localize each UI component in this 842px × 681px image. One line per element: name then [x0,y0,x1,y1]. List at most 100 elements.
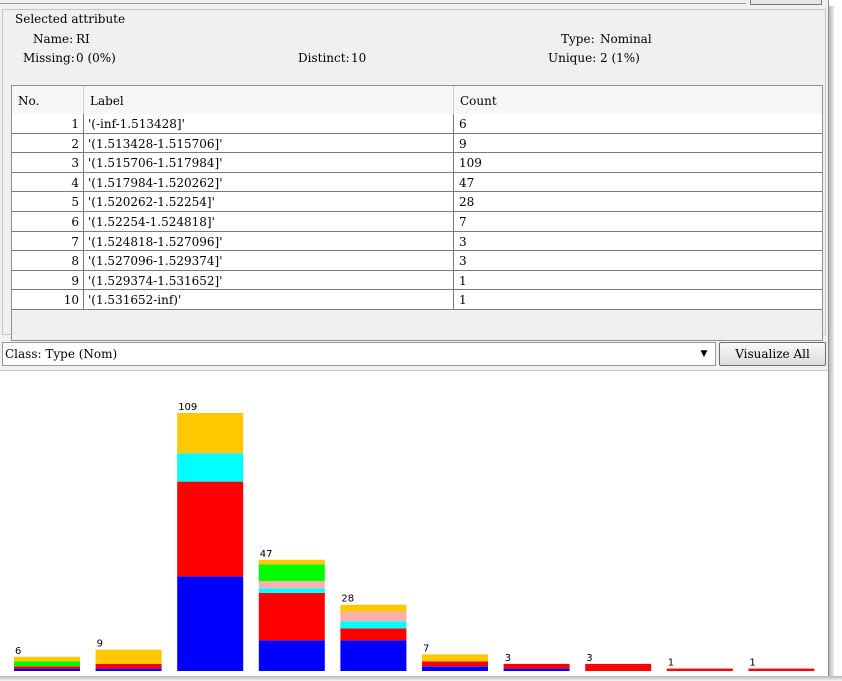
bar-segment-orange [95,649,162,664]
cell-label: '(1.527096-1.529374]' [84,251,454,271]
bar-segment-red [748,668,815,671]
name-label: Name: [33,32,74,46]
cell-no: 5 [12,192,84,212]
class-distribution-chart: 6 9 109 47 28 7 3 3 1 1 [0,370,828,677]
cell-label: '(1.517984-1.520262]' [84,172,454,192]
bar-count-label: 9 [97,639,103,650]
table-row[interactable]: 3 '(1.515706-1.517984]' 109 [12,153,822,173]
distinct-value: 10 [351,51,367,65]
visualize-all-button[interactable]: Visualize All [719,342,826,366]
cell-label: '(1.524818-1.527096]' [84,231,454,251]
bar-segment-blue [14,668,80,671]
bar-count-label: 6 [15,646,21,657]
distinct-label: Distinct: [298,51,350,65]
bar-segment-green [14,661,80,667]
bar-segment-green [258,564,325,582]
cell-label: '(-inf-1.513428]' [84,114,454,133]
cell-no: 8 [12,251,84,271]
table-row[interactable]: 9 '(1.529374-1.531652]' 1 [12,270,822,291]
bar-segment-red [503,663,570,669]
bar-segment-pink [340,611,407,622]
bar-segment-red [666,668,733,671]
bar-count-label: 47 [260,549,273,560]
cell-label: '(1.52254-1.524818]' [84,211,454,231]
column-header-count[interactable]: Count [454,86,822,114]
table-row[interactable]: 5 '(1.520262-1.52254]' 28 [12,192,822,212]
bar-count-label: 109 [178,402,197,413]
cell-label: '(1.520262-1.52254]' [84,192,454,212]
type-label: Type: [561,32,595,46]
column-header-no[interactable]: No. [12,86,84,114]
top-panel-edge [0,0,828,6]
bar-count-label: 3 [505,653,511,664]
bar-segment-blue [258,640,325,671]
bar-count-label: 1 [668,658,674,669]
missing-value: 0 (0%) [76,51,116,65]
bar-segment-orange [14,656,80,662]
bar-segment-orange [340,604,407,612]
cell-no: 9 [12,270,84,290]
bar-segment-pink [258,581,325,589]
bar-segment-cyan [258,588,325,593]
bar-count-label: 28 [341,594,354,605]
cell-count: 3 [459,234,467,249]
bar-segment-blue [422,666,488,671]
table-row[interactable]: 10 '(1.531652-inf)' 1 [12,290,822,310]
selected-attribute-title: Selected attribute [13,12,128,26]
bar-segment-orange [177,413,244,454]
window-shadow-bottom [0,676,842,681]
bar-segment-cyan [340,621,407,629]
top-button-fragment[interactable] [750,0,822,5]
bar-segment-orange [422,654,488,662]
table-header: No. Label Count [12,86,822,115]
table-row[interactable]: 8 '(1.527096-1.529374]' 3 [12,251,822,271]
cell-no: 3 [12,153,84,173]
cell-count: 47 [459,175,475,190]
bar-count-label: 3 [586,653,592,664]
bar-segment-blue [340,640,407,671]
bar-segment-red [422,661,488,667]
cell-no: 2 [12,133,84,153]
cell-no: 6 [12,211,84,231]
cell-count: 1 [459,293,467,308]
selected-attribute-panel: Selected attribute Name: RI Missing: 0 (… [2,9,826,341]
cell-count: 7 [459,214,467,229]
cell-count: 28 [459,195,475,210]
chevron-down-icon[interactable]: ▼ [696,345,712,363]
bar-segment-orange [258,559,325,565]
bar-segment-blue [95,668,162,671]
table-row[interactable]: 1 '(-inf-1.513428]' 6 [12,114,822,134]
table-row[interactable]: 6 '(1.52254-1.524818]' 7 [12,211,822,232]
table-row[interactable]: 4 '(1.517984-1.520262]' 47 [12,172,822,193]
bar-segment-blue [177,576,244,671]
cell-no: 4 [12,172,84,192]
table-row[interactable]: 7 '(1.524818-1.527096]' 3 [12,231,822,252]
bar-segment-red [585,663,652,671]
missing-label: Missing: [23,51,75,65]
attribute-values-table[interactable]: No. Label Count 1 '(-inf-1.513428]' 6 2 '(1… [11,85,823,341]
column-header-label[interactable]: Label [84,86,454,114]
window-shadow-right [829,6,834,681]
cell-label: '(1.531652-inf)' [84,290,454,310]
bar-segment-cyan [177,453,244,482]
class-select[interactable]: Class: Type (Nom) ▼ [2,342,716,366]
table-row[interactable]: 2 '(1.513428-1.515706]' 9 [12,133,822,154]
cell-count: 9 [459,136,467,151]
histogram-svg: 6 9 109 47 28 7 3 3 1 1 [14,402,815,671]
bar-segment-red [14,666,80,669]
bar-count-label: 1 [749,658,755,669]
top-divider [0,3,746,4]
bar-segment-red [177,481,244,577]
bar-segment-red [95,663,162,669]
cell-count: 1 [459,273,467,288]
cell-no: 1 [12,114,84,133]
table-body: 1 '(-inf-1.513428]' 6 2 '(1.513428-1.515706… [12,114,822,310]
cell-no: 10 [12,290,84,310]
cell-label: '(1.515706-1.517984]' [84,153,454,173]
unique-value: 2 (1%) [600,51,640,65]
cell-count: 6 [459,117,467,131]
bar-count-label: 7 [423,643,429,654]
type-value: Nominal [600,32,652,46]
name-value: RI [76,32,90,46]
bar-segment-blue [503,668,570,671]
